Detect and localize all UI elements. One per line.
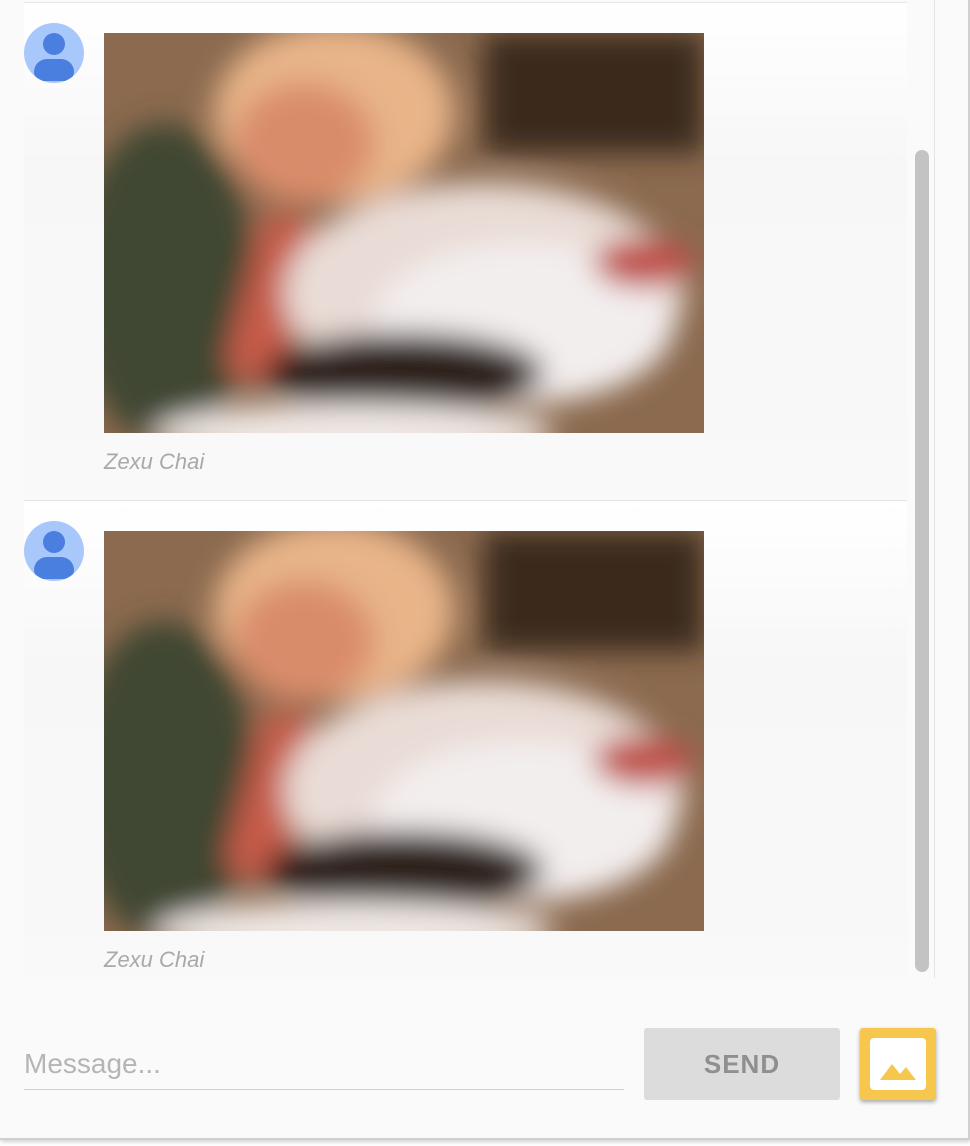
message-author: Zexu Chai <box>104 449 205 474</box>
message-item: Zexu Chai <box>24 2 907 501</box>
message-composer: SEND <box>0 1000 968 1120</box>
message-list[interactable]: Zexu Chai Zexu Chai <box>0 0 935 978</box>
message-image[interactable] <box>104 531 704 931</box>
chat-card: Zexu Chai Zexu Chai Message... SEND <box>0 0 970 1140</box>
message-input[interactable] <box>24 1038 624 1090</box>
image-icon <box>870 1038 926 1090</box>
send-button[interactable]: SEND <box>644 1028 840 1100</box>
message-item: Zexu Chai <box>24 500 907 978</box>
avatar-user-icon <box>24 23 84 83</box>
message-author: Zexu Chai <box>104 947 205 972</box>
message-image[interactable] <box>104 33 704 433</box>
avatar-user-icon <box>24 521 84 581</box>
upload-image-button[interactable] <box>860 1028 936 1100</box>
message-list-scrollbar[interactable] <box>915 150 929 972</box>
